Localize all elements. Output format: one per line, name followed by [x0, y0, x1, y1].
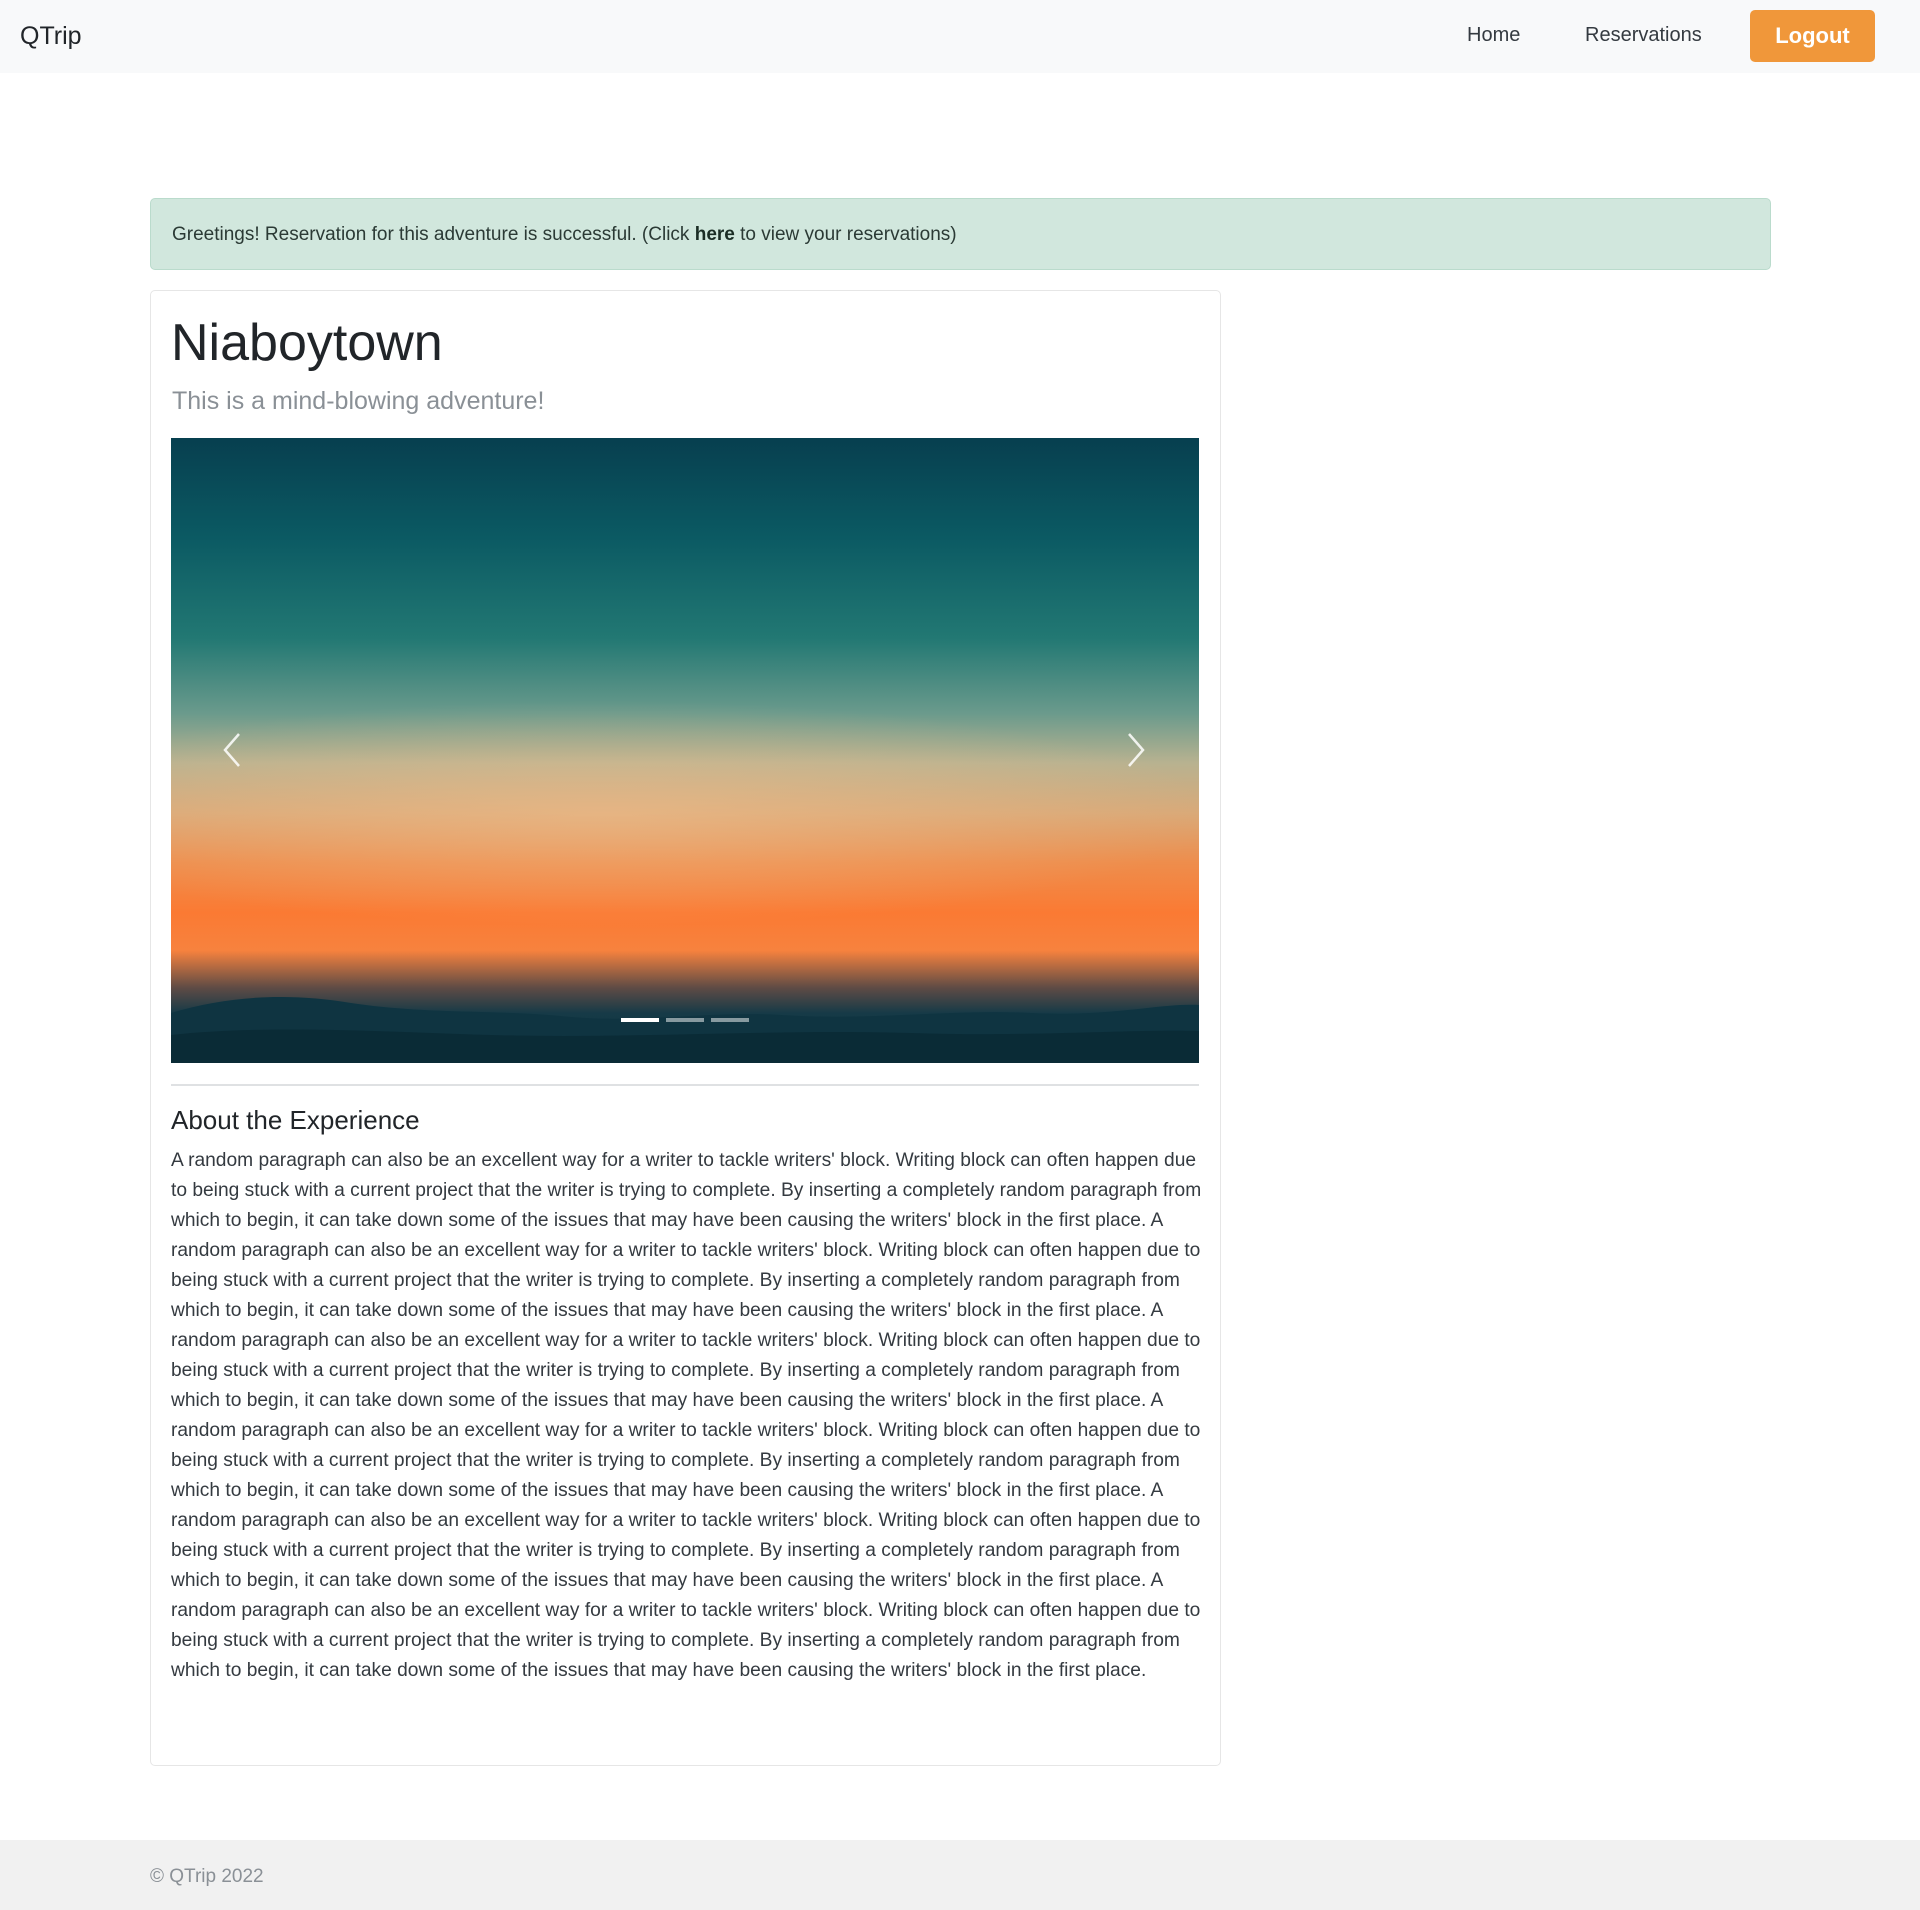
- footer: © QTrip 2022: [0, 1840, 1920, 1910]
- nav-reservations-link[interactable]: Reservations: [1585, 24, 1702, 47]
- brand-logo[interactable]: QTrip: [20, 22, 82, 51]
- alert-text-before: Greetings! Reservation for this adventur…: [172, 224, 695, 245]
- about-section-text: A random paragraph can also be an excell…: [171, 1150, 1202, 1681]
- chevron-left-icon[interactable]: [219, 728, 249, 772]
- image-carousel[interactable]: [171, 438, 1199, 1063]
- nav-home-link[interactable]: Home: [1467, 24, 1520, 47]
- navbar: QTrip Home Reservations Logout: [0, 0, 1920, 73]
- section-divider: [171, 1084, 1199, 1086]
- chevron-right-icon[interactable]: [1119, 728, 1149, 772]
- reservation-success-alert: Greetings! Reservation for this adventur…: [150, 198, 1771, 270]
- alert-text-after: to view your reservations): [734, 224, 957, 245]
- adventure-detail-card: Niaboytown This is a mind-blowing advent…: [150, 290, 1221, 1766]
- adventure-title: Niaboytown: [171, 314, 443, 372]
- view-reservations-link[interactable]: here: [695, 224, 735, 245]
- carousel-indicator-3[interactable]: [711, 1018, 749, 1022]
- adventure-subtitle: This is a mind-blowing adventure!: [172, 387, 545, 415]
- carousel-indicator-1[interactable]: [621, 1018, 659, 1022]
- logout-button[interactable]: Logout: [1750, 10, 1875, 62]
- about-section-title: About the Experience: [171, 1105, 420, 1135]
- footer-copyright: © QTrip 2022: [150, 1866, 264, 1887]
- carousel-indicator-2[interactable]: [666, 1018, 704, 1022]
- carousel-indicators: [621, 1018, 749, 1024]
